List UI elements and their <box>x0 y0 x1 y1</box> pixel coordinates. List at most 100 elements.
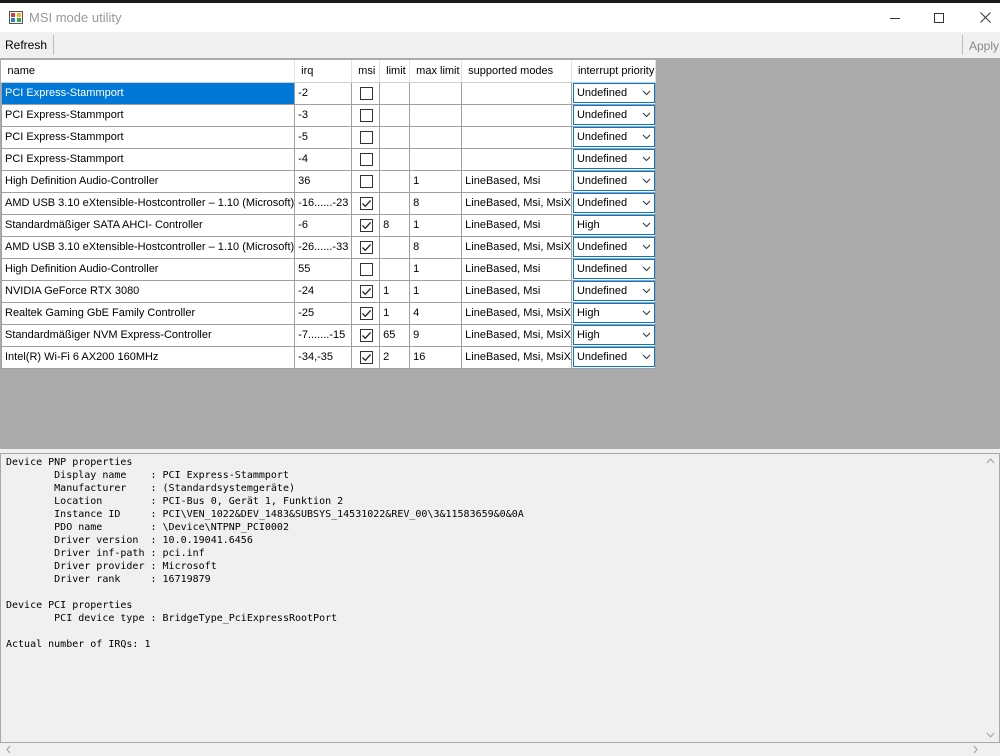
msi-checkbox[interactable] <box>360 350 374 364</box>
apply-button[interactable]: Apply <box>969 39 999 53</box>
interrupt-priority-dropdown[interactable]: High <box>572 325 655 345</box>
interrupt-priority-cell[interactable]: High <box>570 213 656 237</box>
horizontal-scrollbar[interactable] <box>0 743 1000 756</box>
interrupt-priority-cell[interactable]: Undefined <box>570 191 656 215</box>
device-name-cell[interactable]: High Definition Audio-Controller <box>0 169 296 193</box>
table-row[interactable]: High Definition Audio-Controller 55 1 LineB… <box>0 257 656 281</box>
msi-cell[interactable] <box>351 147 381 171</box>
table-row[interactable]: High Definition Audio-Controller 36 1 LineB… <box>0 169 656 193</box>
table-row[interactable]: Intel(R) Wi-Fi 6 AX200 160MHz -34,-35 2 16 L… <box>0 345 656 369</box>
limit-cell[interactable]: 1 <box>379 301 411 325</box>
device-name-cell[interactable]: AMD USB 3.10 eXtensible-Hostcontroller –… <box>0 191 296 215</box>
irq-cell[interactable]: -16......-23 <box>294 191 353 215</box>
interrupt-priority-cell[interactable]: High <box>570 301 656 325</box>
column-header-interrupt-priority[interactable]: interrupt priority <box>571 60 656 83</box>
interrupt-priority-cell[interactable]: Undefined <box>570 81 656 105</box>
limit-cell[interactable] <box>379 125 411 149</box>
device-name-cell[interactable]: Standardmäßiger SATA AHCI- Controller <box>0 213 296 237</box>
interrupt-priority-dropdown[interactable]: High <box>572 303 655 323</box>
interrupt-priority-cell[interactable]: Undefined <box>570 235 656 259</box>
device-name-cell[interactable]: AMD USB 3.10 eXtensible-Hostcontroller –… <box>0 235 296 259</box>
msi-cell[interactable] <box>351 169 381 193</box>
interrupt-priority-dropdown[interactable]: Undefined <box>572 149 655 169</box>
irq-cell[interactable]: -5 <box>294 125 353 149</box>
msi-cell[interactable] <box>351 279 381 303</box>
column-header-max-limit[interactable]: max limit <box>409 60 463 83</box>
limit-cell[interactable] <box>379 147 411 171</box>
msi-checkbox[interactable] <box>360 306 374 320</box>
msi-cell[interactable] <box>351 323 381 347</box>
scroll-up-icon[interactable] <box>982 454 999 468</box>
msi-cell[interactable] <box>351 257 381 281</box>
msi-checkbox[interactable] <box>360 130 374 144</box>
scroll-left-icon[interactable] <box>2 743 16 756</box>
limit-cell[interactable] <box>379 191 411 215</box>
table-row[interactable]: PCI Express-Stammport -4 Undefined <box>0 147 656 171</box>
irq-cell[interactable]: -24 <box>294 279 353 303</box>
column-header-irq[interactable]: irq <box>294 60 353 83</box>
interrupt-priority-dropdown[interactable]: Undefined <box>572 127 655 147</box>
interrupt-priority-dropdown[interactable]: Undefined <box>572 347 655 367</box>
maximize-button[interactable] <box>916 3 962 32</box>
minimize-button[interactable] <box>872 3 918 32</box>
msi-checkbox[interactable] <box>360 328 374 342</box>
msi-cell[interactable] <box>351 235 381 259</box>
msi-checkbox[interactable] <box>360 262 374 276</box>
msi-cell[interactable] <box>351 103 381 127</box>
msi-cell[interactable] <box>351 81 381 105</box>
msi-checkbox[interactable] <box>360 174 374 188</box>
msi-checkbox[interactable] <box>360 218 374 232</box>
vertical-scrollbar[interactable] <box>982 454 999 742</box>
interrupt-priority-dropdown[interactable]: Undefined <box>572 105 655 125</box>
interrupt-priority-dropdown[interactable]: Undefined <box>572 193 655 213</box>
device-name-cell[interactable]: PCI Express-Stammport <box>0 147 296 171</box>
interrupt-priority-cell[interactable]: Undefined <box>570 257 656 281</box>
interrupt-priority-dropdown[interactable]: High <box>572 215 655 235</box>
irq-cell[interactable]: -34,-35 <box>294 345 353 369</box>
irq-cell[interactable]: 36 <box>294 169 353 193</box>
limit-cell[interactable] <box>379 235 411 259</box>
device-name-cell[interactable]: Realtek Gaming GbE Family Controller <box>0 301 296 325</box>
column-header-msi[interactable]: msi <box>351 60 381 83</box>
close-button[interactable] <box>962 3 1000 32</box>
irq-cell[interactable]: -25 <box>294 301 353 325</box>
msi-cell[interactable] <box>351 301 381 325</box>
table-row[interactable]: Standardmäßiger SATA AHCI- Controller -6 8… <box>0 213 656 237</box>
limit-cell[interactable]: 1 <box>379 279 411 303</box>
irq-cell[interactable]: -7.......-15 <box>294 323 353 347</box>
device-name-cell[interactable]: PCI Express-Stammport <box>0 103 296 127</box>
msi-cell[interactable] <box>351 213 381 237</box>
limit-cell[interactable] <box>379 257 411 281</box>
limit-cell[interactable] <box>379 103 411 127</box>
msi-cell[interactable] <box>351 345 381 369</box>
table-row[interactable]: Standardmäßiger NVM Express-Controller -7… <box>0 323 656 347</box>
interrupt-priority-dropdown[interactable]: Undefined <box>572 259 655 279</box>
interrupt-priority-dropdown[interactable]: Undefined <box>572 281 655 301</box>
device-name-cell[interactable]: High Definition Audio-Controller <box>0 257 296 281</box>
limit-cell[interactable] <box>379 81 411 105</box>
interrupt-priority-dropdown[interactable]: Undefined <box>572 237 655 257</box>
device-name-cell[interactable]: NVIDIA GeForce RTX 3080 <box>0 279 296 303</box>
interrupt-priority-cell[interactable]: High <box>570 323 656 347</box>
table-row[interactable]: AMD USB 3.10 eXtensible-Hostcontroller –… <box>0 235 656 259</box>
device-name-cell[interactable]: PCI Express-Stammport <box>0 81 296 105</box>
column-header-name[interactable]: name <box>1 60 296 83</box>
interrupt-priority-cell[interactable]: Undefined <box>570 345 656 369</box>
interrupt-priority-cell[interactable]: Undefined <box>570 279 656 303</box>
irq-cell[interactable]: -26......-33 <box>294 235 353 259</box>
irq-cell[interactable]: -4 <box>294 147 353 171</box>
msi-checkbox[interactable] <box>360 240 374 254</box>
scroll-right-icon[interactable] <box>968 743 982 756</box>
interrupt-priority-cell[interactable]: Undefined <box>570 169 656 193</box>
msi-checkbox[interactable] <box>360 86 374 100</box>
limit-cell[interactable]: 65 <box>379 323 411 347</box>
title-bar[interactable]: MSI mode utility <box>0 3 1000 32</box>
limit-cell[interactable] <box>379 169 411 193</box>
interrupt-priority-cell[interactable]: Undefined <box>570 147 656 171</box>
interrupt-priority-cell[interactable]: Undefined <box>570 125 656 149</box>
table-row[interactable]: PCI Express-Stammport -2 Undefined <box>0 81 656 105</box>
device-name-cell[interactable]: Intel(R) Wi-Fi 6 AX200 160MHz <box>0 345 296 369</box>
limit-cell[interactable]: 8 <box>379 213 411 237</box>
limit-cell[interactable]: 2 <box>379 345 411 369</box>
irq-cell[interactable]: -2 <box>294 81 353 105</box>
